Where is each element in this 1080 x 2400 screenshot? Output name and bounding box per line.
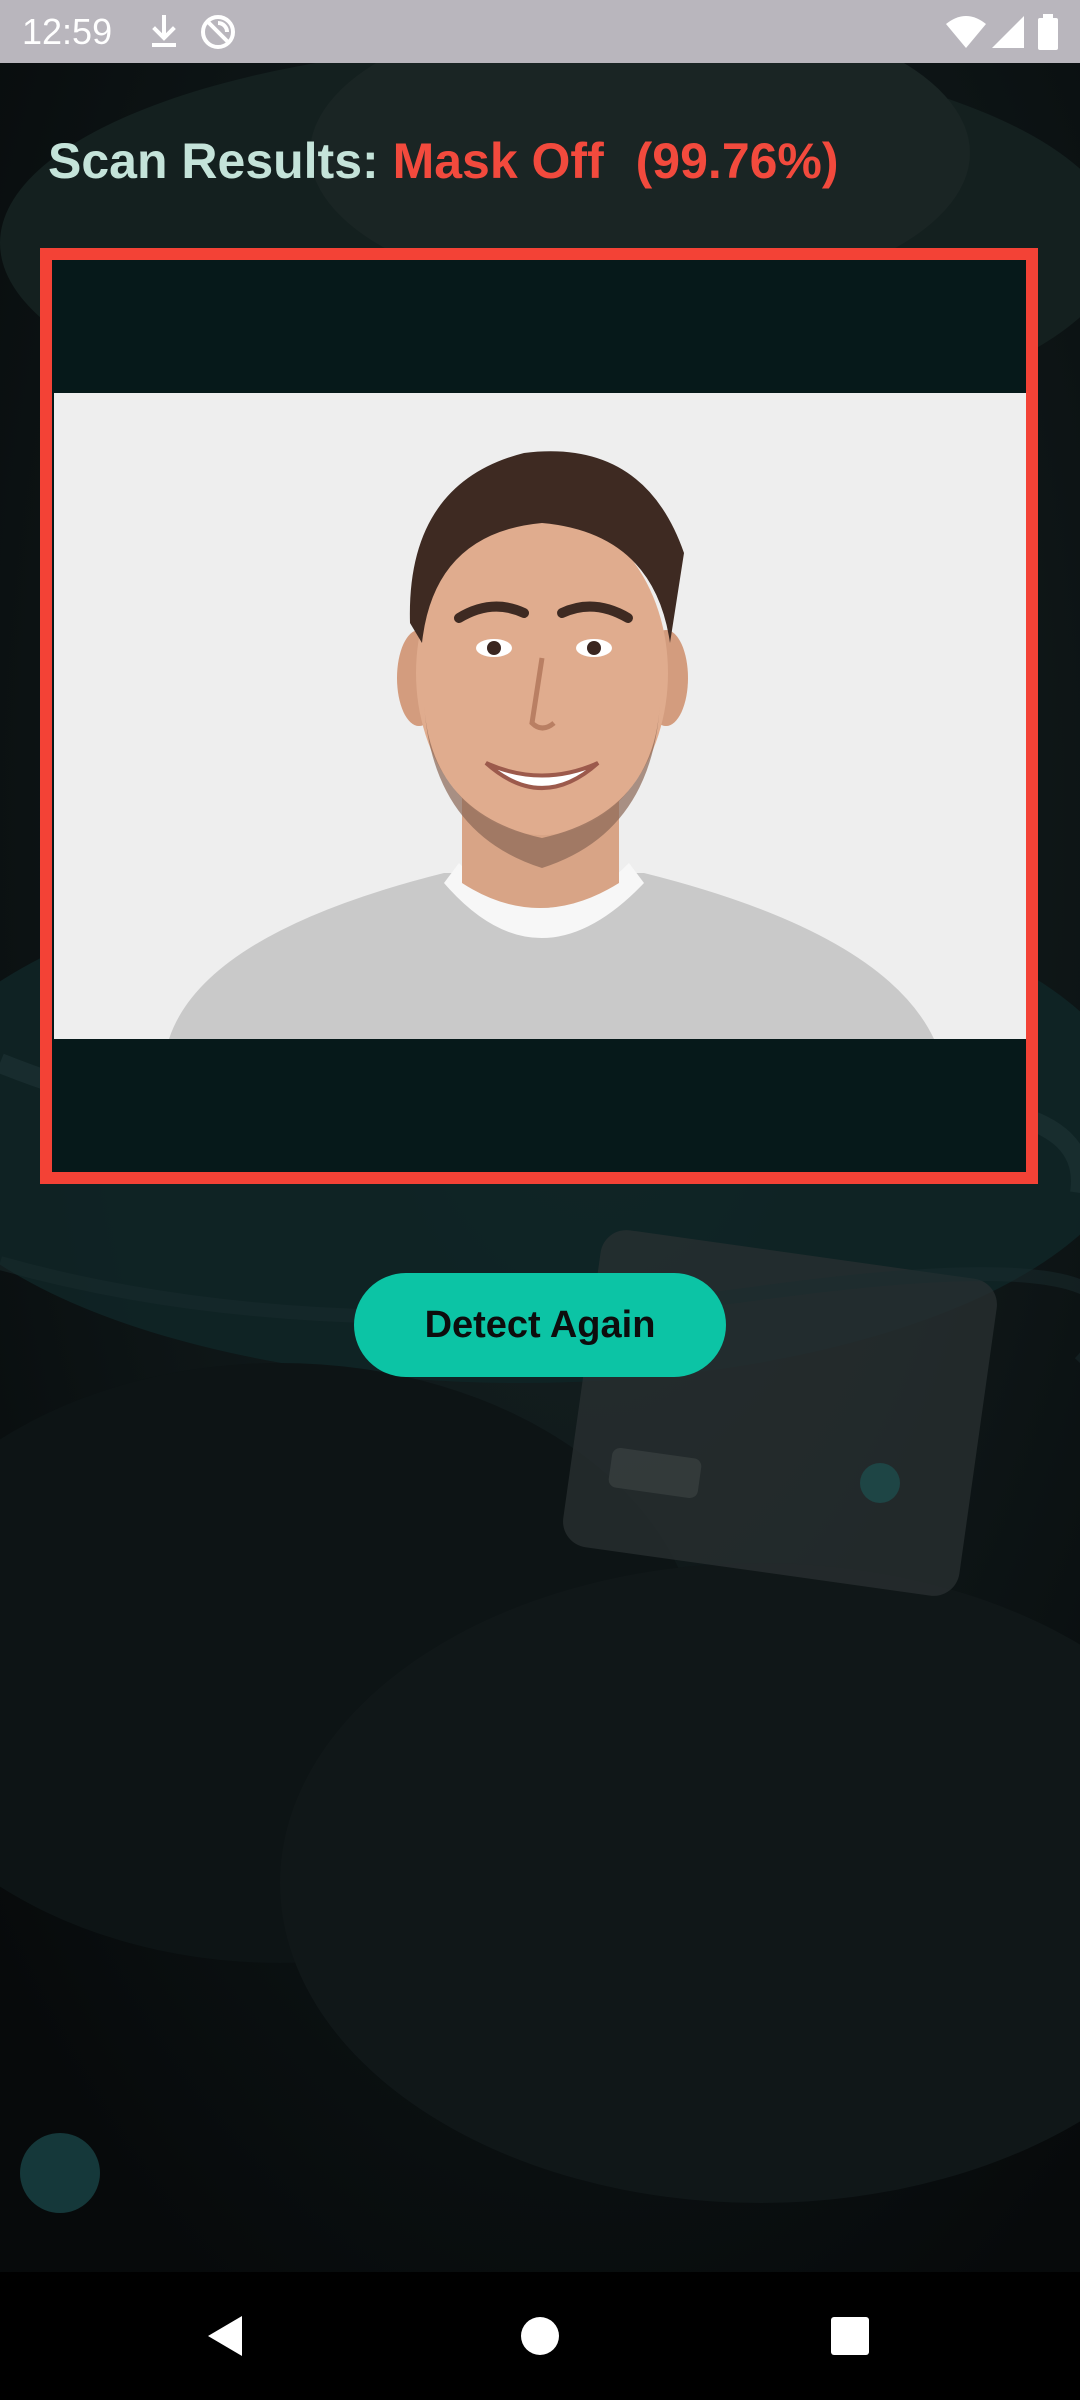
navigation-bar (0, 2272, 1080, 2400)
confidence-score: (99.76%) (635, 133, 839, 189)
status-time: 12:59 (22, 11, 113, 52)
back-icon[interactable] (196, 2306, 256, 2366)
no-sync-icon (198, 12, 238, 52)
wifi-icon (945, 12, 987, 52)
download-icon (144, 12, 184, 52)
status-bar: 12:59 (0, 0, 1080, 63)
mask-status: Mask Off (392, 133, 604, 189)
battery-icon (1036, 12, 1060, 52)
scan-results-label: Scan Results: (48, 133, 379, 189)
detect-again-button[interactable]: Detect Again (354, 1273, 726, 1377)
signal-icon (988, 12, 1028, 52)
scanned-face-image (54, 393, 1026, 1039)
scan-results-heading: Scan Results: Mask Off (99.76%) (48, 125, 839, 197)
recents-icon[interactable] (820, 2306, 880, 2366)
home-icon[interactable] (510, 2306, 570, 2366)
